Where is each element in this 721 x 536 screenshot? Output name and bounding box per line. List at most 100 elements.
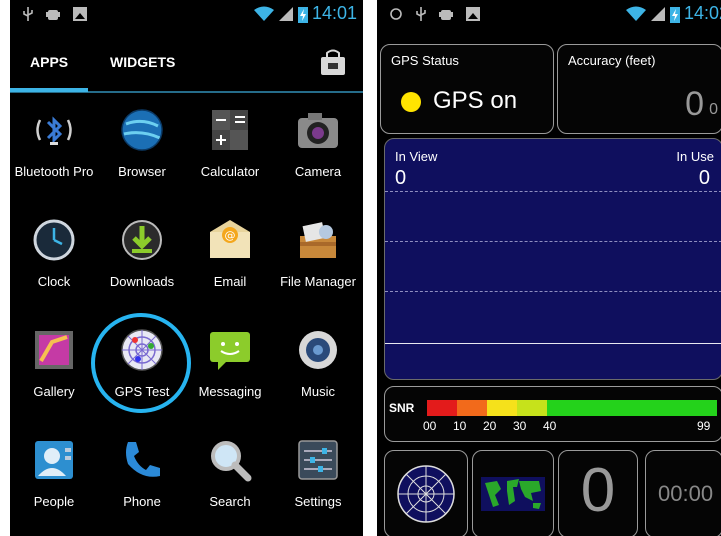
app-music[interactable]: Music: [274, 318, 362, 418]
app-search[interactable]: Search: [186, 428, 274, 528]
status-bar: 14:02: [377, 0, 721, 30]
android-debug-icon: [439, 10, 453, 20]
gps-status-indicator: [401, 92, 421, 112]
gallery-icon: [35, 331, 73, 369]
wifi-icon: [625, 6, 646, 21]
status-time: 14:01: [311, 3, 357, 23]
snr-tick: 00: [423, 419, 437, 433]
camera-icon: [298, 113, 338, 148]
download-icon: [122, 220, 162, 260]
store-bag-icon[interactable]: [319, 48, 347, 76]
app-bluetooth-pro[interactable]: Bluetooth Pro: [10, 98, 98, 198]
app-label: Search: [209, 494, 251, 509]
snr-color-scale: [427, 400, 717, 416]
gps-test-screen: 14:02 GPS Status GPS on Accuracy (feet) …: [377, 0, 721, 536]
radar-view-button[interactable]: [384, 450, 468, 536]
app-label: File Manager: [280, 274, 356, 289]
radar-icon: [121, 329, 163, 371]
usb-icon: [416, 7, 426, 21]
app-label: Bluetooth Pro: [14, 164, 94, 179]
app-label: Clock: [37, 274, 71, 289]
satellite-count-value: 0: [580, 456, 616, 525]
app-label: Messaging: [198, 384, 262, 399]
app-label: Phone: [123, 494, 161, 509]
grid-line: [385, 241, 721, 242]
signal-icon: [278, 6, 293, 21]
app-label: GPS Test: [114, 384, 170, 399]
android-debug-icon: [46, 10, 60, 20]
app-downloads[interactable]: Downloads: [98, 208, 186, 308]
app-messaging[interactable]: Messaging: [186, 318, 274, 418]
fix-timer-value: 00:00: [658, 481, 714, 506]
app-camera[interactable]: Camera: [274, 98, 362, 198]
speaker-icon: [299, 331, 337, 369]
app-phone[interactable]: Phone: [98, 428, 186, 528]
settings-icon: [298, 440, 338, 480]
app-file-manager[interactable]: File Manager: [274, 208, 362, 308]
calculator-icon: [212, 110, 248, 150]
grid-line: [385, 291, 721, 292]
phone-icon: [126, 442, 160, 477]
app-email[interactable]: @ Email: [186, 208, 274, 308]
accuracy-panel: Accuracy (feet) 0 0: [557, 44, 721, 134]
radar-icon: [397, 465, 455, 523]
grid-line: [385, 191, 721, 192]
in-use-label: In Use: [676, 149, 714, 164]
satellites-in-view-panel: In View 0 In Use 0: [384, 138, 721, 380]
clock-icon: [33, 219, 75, 261]
search-icon: [211, 441, 252, 482]
app-label: Settings: [294, 494, 342, 509]
app-clock[interactable]: Clock: [10, 208, 98, 308]
in-view-label: In View: [395, 149, 438, 164]
tab-widgets[interactable]: WIDGETS: [110, 54, 175, 70]
in-use-value: 0: [698, 167, 710, 189]
app-browser[interactable]: Browser: [98, 98, 186, 198]
snr-label: SNR: [389, 401, 415, 415]
signal-icon: [650, 6, 665, 21]
accuracy-value: 0: [685, 85, 704, 123]
snr-tick: 10: [453, 419, 467, 433]
screenshot-icon: [73, 7, 87, 21]
app-calculator[interactable]: Calculator: [186, 98, 274, 198]
tab-apps[interactable]: APPS: [30, 54, 68, 70]
message-icon: [210, 332, 250, 370]
bluetooth-icon: [36, 116, 72, 145]
snr-tick: 30: [513, 419, 527, 433]
app-gps-test[interactable]: GPS Test: [98, 318, 186, 418]
screenshot-icon: [466, 7, 480, 21]
wifi-icon: [253, 6, 274, 21]
app-settings[interactable]: Settings: [274, 428, 362, 528]
app-drawer-screen: 14:01 APPS WIDGETS Bluetooth Pro Browser…: [10, 0, 363, 536]
folder-icon: [300, 222, 336, 258]
status-time: 14:02: [683, 3, 721, 23]
app-people[interactable]: People: [10, 428, 98, 528]
accuracy-title: Accuracy (feet): [568, 53, 656, 68]
gps-ring-icon: [390, 8, 402, 20]
snr-tick: 99: [697, 419, 711, 433]
snr-tick: 40: [543, 419, 557, 433]
app-label: Camera: [294, 164, 342, 179]
snr-panel: SNR 00 10 20 30 40 99: [384, 386, 721, 442]
app-label: Email: [213, 274, 247, 289]
map-view-button[interactable]: [472, 450, 554, 536]
email-icon: @: [210, 220, 250, 258]
fix-timer-display[interactable]: 00:00: [645, 450, 721, 536]
accuracy-subvalue: 0: [709, 101, 718, 118]
app-label: Calculator: [200, 164, 260, 179]
tab-active-indicator: [10, 88, 88, 92]
gps-status-panel: GPS Status GPS on: [380, 44, 554, 134]
snr-tick: 20: [483, 419, 497, 433]
in-view-value: 0: [395, 167, 407, 189]
contact-icon: [35, 441, 73, 479]
status-bar: 14:01: [10, 0, 363, 30]
world-map-icon: [481, 477, 545, 511]
app-gallery[interactable]: Gallery: [10, 318, 98, 418]
app-label: People: [33, 494, 75, 509]
app-label: Browser: [118, 164, 166, 179]
battery-charging-icon: [297, 6, 308, 23]
battery-charging-icon: [669, 6, 680, 23]
gps-status-title: GPS Status: [391, 53, 459, 68]
globe-icon: [121, 109, 163, 151]
drawer-tabs: APPS WIDGETS: [10, 30, 363, 94]
satellite-count-display[interactable]: 0: [558, 450, 638, 536]
